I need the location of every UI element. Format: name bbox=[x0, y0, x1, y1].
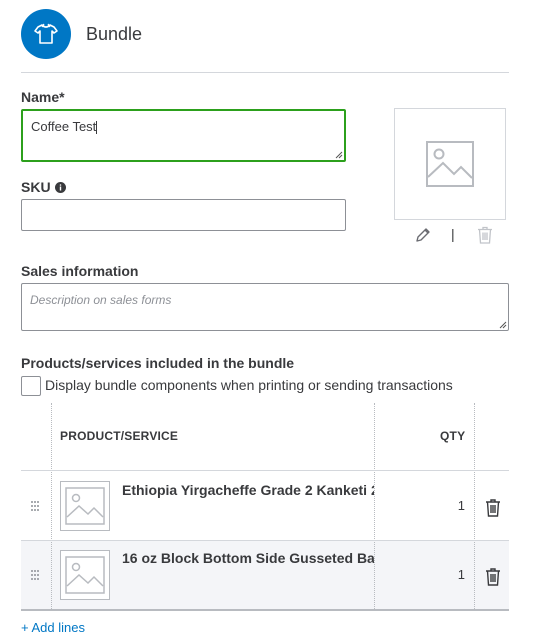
image-trash-icon[interactable] bbox=[476, 226, 494, 244]
info-icon[interactable] bbox=[54, 181, 66, 193]
trash-icon[interactable] bbox=[485, 568, 501, 586]
sku-label: SKU bbox=[21, 179, 51, 195]
page-title: Bundle bbox=[86, 24, 143, 44]
trash-icon[interactable] bbox=[485, 499, 501, 517]
image-action-separator: | bbox=[451, 226, 455, 242]
name-value: Coffee Test bbox=[31, 119, 97, 134]
drag-handle-icon[interactable] bbox=[29, 500, 41, 512]
table-row: Ethiopia Yirgacheffe Grade 2 Kanketi 2 1 bbox=[21, 471, 509, 540]
product-name[interactable]: 16 oz Block Bottom Side Gusseted Bag bbox=[122, 550, 374, 566]
image-upload-area[interactable] bbox=[394, 108, 506, 220]
resize-grip-icon[interactable] bbox=[335, 151, 343, 159]
product-qty[interactable]: 1 bbox=[435, 567, 465, 582]
name-field[interactable]: Coffee Test bbox=[21, 109, 346, 162]
product-qty[interactable]: 1 bbox=[435, 498, 465, 513]
product-thumbnail bbox=[60, 481, 110, 531]
display-components-label[interactable]: Display bundle components when printing … bbox=[45, 377, 453, 393]
image-icon bbox=[65, 556, 105, 594]
column-header-qty: QTY bbox=[440, 429, 466, 443]
bundle-type-icon bbox=[21, 9, 71, 59]
sku-label-row: SKU bbox=[21, 179, 66, 195]
sku-input[interactable] bbox=[21, 199, 346, 231]
product-thumbnail bbox=[60, 550, 110, 600]
sales-description-placeholder: Description on sales forms bbox=[30, 293, 172, 307]
image-icon bbox=[426, 141, 474, 187]
image-icon bbox=[65, 487, 105, 525]
drag-handle-icon[interactable] bbox=[29, 569, 41, 581]
pencil-icon[interactable] bbox=[414, 226, 432, 244]
table-row: 16 oz Block Bottom Side Gusseted Bag 1 bbox=[21, 541, 509, 609]
display-components-checkbox[interactable] bbox=[21, 376, 41, 396]
bundle-section-label: Products/services included in the bundle bbox=[21, 355, 295, 371]
sales-description-field[interactable]: Description on sales forms bbox=[21, 283, 509, 331]
header-divider bbox=[21, 72, 509, 73]
name-label: Name* bbox=[21, 89, 65, 105]
column-header-product: PRODUCT/SERVICE bbox=[60, 429, 179, 443]
product-name[interactable]: Ethiopia Yirgacheffe Grade 2 Kanketi 2 bbox=[122, 482, 374, 498]
sales-info-label: Sales information bbox=[21, 263, 139, 279]
row-divider bbox=[21, 609, 509, 611]
resize-grip-icon[interactable] bbox=[499, 321, 507, 329]
shirt-icon bbox=[34, 23, 58, 44]
